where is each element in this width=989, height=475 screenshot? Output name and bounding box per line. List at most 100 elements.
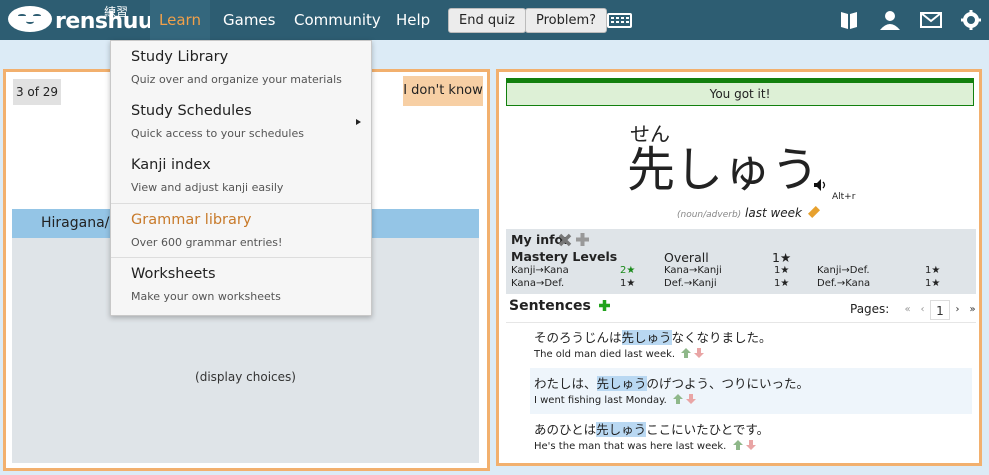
menu-item-subtitle: Quiz over and organize your materials	[131, 73, 342, 86]
sentence-item: わたしは、先しゅうのげつよう、つりにいった。 I went fishing la…	[530, 368, 972, 414]
part-of-speech: (noun/adverb)	[677, 210, 742, 220]
user-icon[interactable]	[879, 10, 901, 30]
sentence-text: あのひとは	[534, 422, 597, 437]
nav-learn[interactable]: Learn	[150, 0, 210, 40]
mastery-label: Kanji→Def.	[817, 265, 870, 276]
menu-item-worksheets[interactable]: Worksheets Make your own worksheets	[111, 257, 371, 311]
mastery-value: 1★	[620, 278, 636, 289]
sentence-highlight: 先しゅう	[621, 330, 672, 345]
thumbs-up-icon[interactable]	[732, 440, 743, 450]
sentence-text: なくなりました。	[671, 330, 772, 345]
thumbs-up-icon[interactable]	[681, 348, 692, 358]
menu-item-title: Kanji index	[131, 157, 211, 173]
audio-shortcut-hint: Alt+r	[832, 192, 856, 202]
sentence-text: ここにいたひとです。	[646, 422, 770, 437]
thumbs-down-icon[interactable]	[694, 348, 705, 358]
sentence-english: The old man died last week.	[534, 347, 705, 361]
overall-label: Overall	[664, 250, 709, 265]
menu-item-title: Study Library	[131, 49, 229, 65]
menu-item-kanji-index[interactable]: Kanji index View and adjust kanji easily	[111, 149, 371, 203]
sentence-highlight: 先しゅう	[596, 422, 647, 437]
problem-button[interactable]: Problem?	[525, 8, 608, 33]
sentence-japanese: わたしは、先しゅうのげつよう、つりにいった。	[534, 373, 809, 392]
thumbs-up-icon[interactable]	[673, 394, 684, 404]
pager-prev[interactable]: ‹	[915, 300, 930, 320]
sentence-japanese: そのろうじんは先しゅうなくなりました。	[534, 327, 772, 346]
top-nav-bar: renshuu 練習 Learn Games Community Help En…	[0, 0, 989, 40]
vote-arrows	[681, 348, 705, 361]
menu-item-subtitle: View and adjust kanji easily	[131, 181, 284, 194]
i-dont-know-button[interactable]: I don't know	[403, 76, 483, 106]
nav-games[interactable]: Games	[223, 0, 275, 40]
logo-kanji: 練習	[104, 5, 129, 19]
submenu-arrow-icon	[356, 119, 361, 125]
nav-help[interactable]: Help	[396, 0, 430, 40]
sentence-highlight: 先しゅう	[596, 376, 647, 391]
display-choices-link[interactable]: (display choices)	[12, 370, 479, 384]
add-icon[interactable]	[575, 232, 590, 247]
mastery-label: Kanji→Kana	[511, 265, 569, 276]
pager-last[interactable]: »	[965, 300, 980, 320]
menu-item-subtitle: Over 600 grammar entries!	[131, 236, 283, 249]
question-counter: 3 of 29	[13, 79, 61, 105]
menu-item-subtitle: Make your own worksheets	[131, 290, 281, 303]
vocab-word: 先しゅう	[627, 142, 820, 198]
sentence-translation: I went fishing last Monday.	[534, 395, 667, 406]
pager-first[interactable]: «	[900, 300, 915, 320]
my-info-box: My info: Mastery Levels Overall 1★ Kanji…	[506, 229, 976, 294]
menu-item-study-library[interactable]: Study Library Quiz over and organize you…	[111, 41, 371, 95]
mastery-levels-title: Mastery Levels	[511, 249, 618, 264]
sentences-title: Sentences	[509, 298, 591, 314]
sentence-item: そのろうじんは先しゅうなくなりました。 The old man died las…	[530, 322, 972, 368]
overall-value: 1★	[772, 250, 792, 265]
sentence-text: のげつよう、つりにいった。	[646, 376, 810, 391]
mastery-value: 1★	[774, 278, 790, 289]
menu-item-title: Worksheets	[131, 266, 216, 282]
mastery-label: Def.→Kanji	[664, 278, 717, 289]
thumbs-down-icon[interactable]	[745, 440, 756, 450]
mastery-value: 2★	[620, 265, 636, 276]
mastery-value: 1★	[925, 278, 941, 289]
sentence-japanese: あのひとは先しゅうここにいたひとです。	[534, 419, 769, 438]
pager-next[interactable]: ›	[950, 300, 965, 320]
menu-item-title: Study Schedules	[131, 103, 252, 119]
logo-face-icon[interactable]	[8, 6, 52, 32]
pagination: « ‹ 1 › »	[900, 300, 980, 320]
mastery-value: 1★	[774, 265, 790, 276]
learn-dropdown-menu: Study Library Quiz over and organize you…	[110, 40, 372, 316]
sentence-text: そのろうじんは	[534, 330, 622, 345]
mail-icon[interactable]	[920, 10, 942, 30]
edit-pencil-icon[interactable]	[807, 205, 820, 219]
book-icon[interactable]	[838, 10, 860, 30]
definition-text: last week	[745, 206, 803, 220]
mastery-value: 1★	[925, 265, 941, 276]
vote-arrows	[673, 394, 697, 407]
gear-icon[interactable]	[960, 10, 982, 30]
nav-community[interactable]: Community	[294, 0, 381, 40]
menu-item-grammar-library[interactable]: Grammar library Over 600 grammar entries…	[111, 203, 371, 257]
thumbs-down-icon[interactable]	[686, 394, 697, 404]
vote-arrows	[732, 440, 756, 453]
keyboard-icon[interactable]	[607, 13, 632, 28]
menu-item-title: Grammar library	[131, 212, 252, 228]
sentence-item: あのひとは先しゅうここにいたひとです。 He's the man that wa…	[530, 414, 972, 460]
sentence-text: わたしは、	[534, 376, 597, 391]
remove-icon[interactable]	[558, 233, 572, 247]
speaker-icon[interactable]	[814, 179, 828, 191]
end-quiz-button[interactable]: End quiz	[448, 8, 526, 33]
sentence-translation: He's the man that was here last week.	[534, 441, 727, 452]
sentence-english: I went fishing last Monday.	[534, 393, 697, 407]
menu-item-study-schedules[interactable]: Study Schedules Quick access to your sch…	[111, 95, 371, 149]
add-sentence-icon[interactable]	[598, 300, 610, 311]
sentence-translation: The old man died last week.	[534, 349, 676, 360]
result-status-banner: You got it!	[506, 78, 974, 106]
definition-line: (noun/adverb) last week	[677, 205, 820, 220]
pager-current[interactable]: 1	[930, 300, 950, 320]
sentence-english: He's the man that was here last week.	[534, 439, 756, 452]
mastery-label: Def.→Kana	[817, 278, 871, 289]
menu-item-subtitle: Quick access to your schedules	[131, 127, 304, 140]
pages-label: Pages:	[850, 302, 890, 316]
result-panel: You got it! せん 先しゅう Alt+r (noun/adverb) …	[496, 69, 982, 466]
mastery-label: Kana→Def.	[511, 278, 565, 289]
sentences-heading: Sentences	[509, 298, 610, 314]
